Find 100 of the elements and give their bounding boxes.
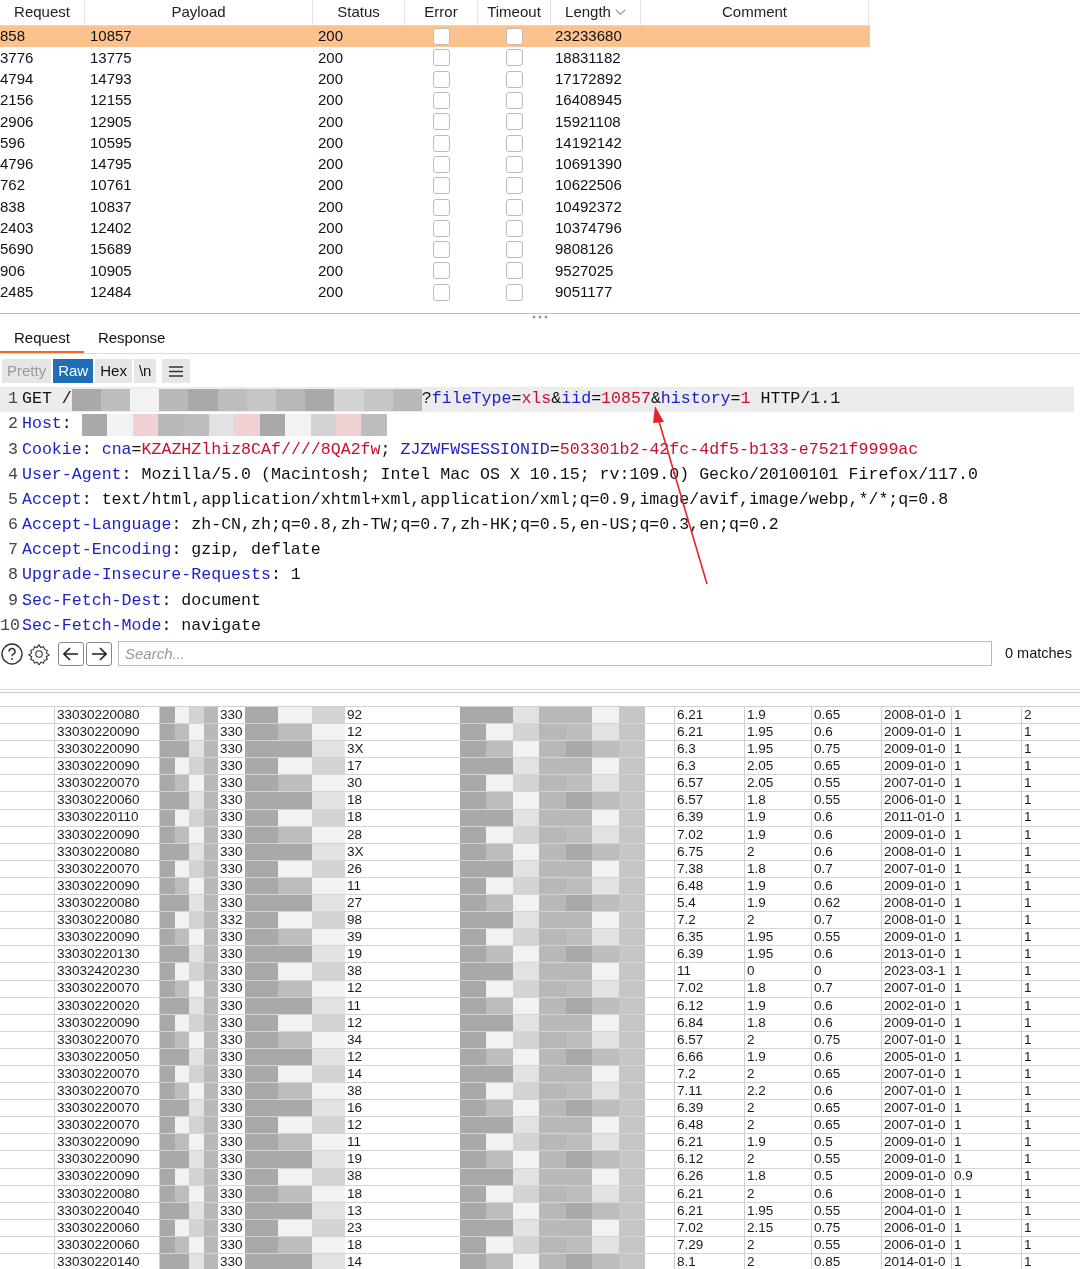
table-cell: 1 xyxy=(952,877,1022,895)
table-cell-text: 13 xyxy=(346,1202,364,1219)
table-cell-text: 12402 xyxy=(89,218,133,239)
table-cell-text: 38 xyxy=(346,1083,364,1100)
table-cell-text: 858 xyxy=(0,26,27,47)
table-cell-text: 330 xyxy=(219,1100,244,1117)
timeout-checkbox[interactable] xyxy=(506,70,523,88)
table-cell: 2009-01-0 xyxy=(882,826,952,843)
menu-icon xyxy=(169,365,184,377)
table-cell: 0.55 xyxy=(812,775,882,792)
table-cell: 2.05 xyxy=(745,758,812,775)
error-checkbox[interactable] xyxy=(433,92,450,110)
error-checkbox[interactable] xyxy=(433,219,450,237)
table-cell: 0.6 xyxy=(812,1014,882,1031)
table-cell: 1 xyxy=(952,929,1022,946)
pixelated-redaction xyxy=(160,792,218,809)
table-cell-text: 330 xyxy=(219,946,244,963)
timeout-checkbox[interactable] xyxy=(506,155,523,173)
table-cell-text: 330 xyxy=(219,758,244,775)
timeout-checkbox[interactable] xyxy=(506,219,523,237)
column-header[interactable]: Comment xyxy=(641,0,869,25)
table-cell-text: 15689 xyxy=(89,239,133,260)
table-cell: 1 xyxy=(952,860,1022,877)
table-cell-text: 1 xyxy=(1023,843,1033,860)
table-cell: 1.95 xyxy=(745,929,812,946)
error-checkbox[interactable] xyxy=(433,49,450,67)
error-checkbox[interactable] xyxy=(433,113,450,131)
view-button[interactable]: Hex xyxy=(95,359,132,383)
pixelated-redaction xyxy=(160,929,218,946)
error-checkbox[interactable] xyxy=(433,28,450,46)
forward-button[interactable] xyxy=(86,641,112,666)
table-cell: 2009-01-0 xyxy=(882,929,952,946)
help-button[interactable] xyxy=(0,641,24,666)
table-cell-text: 1 xyxy=(1023,724,1033,741)
error-checkbox[interactable] xyxy=(433,241,450,259)
error-checkbox[interactable] xyxy=(433,177,450,195)
table-cell-text: 1 xyxy=(1023,963,1033,980)
table-cell-text: 330 xyxy=(219,707,244,724)
table-cell-text: 10857 xyxy=(89,26,133,47)
column-header[interactable]: Timeout xyxy=(478,0,551,25)
error-checkbox[interactable] xyxy=(433,283,450,301)
column-header[interactable]: Error xyxy=(405,0,478,25)
message-tab[interactable]: Request xyxy=(0,325,84,353)
table-cell-text: 38 xyxy=(346,963,364,980)
error-checkbox[interactable] xyxy=(433,262,450,280)
table-cell-text: 10691390 xyxy=(554,154,623,175)
timeout-checkbox[interactable] xyxy=(506,262,523,280)
error-checkbox[interactable] xyxy=(433,198,450,216)
table-cell-text: 18831182 xyxy=(554,47,622,68)
column-header[interactable]: Length xyxy=(551,0,641,25)
message-tab[interactable]: Response xyxy=(83,325,180,353)
table-cell-text: 27 xyxy=(346,895,364,912)
menu-button[interactable] xyxy=(162,359,191,383)
error-checkbox[interactable] xyxy=(433,155,450,173)
table-cell: 2009-01-0 xyxy=(882,877,952,895)
column-header[interactable]: Request xyxy=(0,0,85,25)
table-cell-text: 9808126 xyxy=(554,239,615,260)
column-header[interactable]: Status xyxy=(313,0,405,25)
error-checkbox[interactable] xyxy=(433,70,450,88)
table-cell-text: 1 xyxy=(1023,1168,1033,1185)
table-cell: 1 xyxy=(952,775,1022,792)
pixelated-redaction xyxy=(160,1202,218,1219)
timeout-checkbox[interactable] xyxy=(506,92,523,110)
timeout-checkbox[interactable] xyxy=(506,134,523,152)
table-cell-text: 330 xyxy=(219,1065,244,1083)
table-cell: 0.55 xyxy=(812,1236,882,1253)
table-cell-text: 330 xyxy=(219,1151,244,1168)
back-button[interactable] xyxy=(58,641,84,666)
pixelated-redaction xyxy=(160,980,218,997)
view-button[interactable]: \n xyxy=(133,359,157,383)
timeout-checkbox[interactable] xyxy=(506,198,523,216)
timeout-checkbox[interactable] xyxy=(506,49,523,67)
timeout-checkbox[interactable] xyxy=(506,113,523,131)
line-number: 9 xyxy=(7,589,19,612)
table-cell-text: 330 xyxy=(219,1168,244,1185)
table-cell-text: 330 xyxy=(219,1048,244,1065)
back-arrow-icon xyxy=(63,646,79,661)
table-cell-text: 12 xyxy=(346,1048,364,1065)
table-cell: 6.39 xyxy=(675,1100,745,1117)
result-row[interactable]: 858 10857 200 23233680 xyxy=(0,26,870,48)
settings-button[interactable] xyxy=(26,641,52,666)
table-cell-text: 200 xyxy=(317,154,345,175)
timeout-checkbox[interactable] xyxy=(506,28,523,46)
table-cell: 1.8 xyxy=(745,860,812,877)
error-checkbox[interactable] xyxy=(433,134,450,152)
table-cell-text: 1 xyxy=(1023,1236,1033,1253)
column-header[interactable]: Payload xyxy=(85,0,313,25)
table-cell: 2 xyxy=(745,1065,812,1083)
table-cell-text: 12155 xyxy=(89,90,133,111)
pixelated-redaction xyxy=(160,1048,218,1065)
timeout-checkbox[interactable] xyxy=(506,241,523,259)
timeout-checkbox[interactable] xyxy=(506,283,523,301)
pixelated-redaction xyxy=(160,997,218,1014)
table-cell: 1 xyxy=(952,1031,1022,1048)
table-cell: 2.05 xyxy=(745,775,812,792)
timeout-checkbox[interactable] xyxy=(506,177,523,195)
pixelated-redaction xyxy=(160,826,218,843)
search-field[interactable]: Search... xyxy=(118,641,992,667)
view-button[interactable]: Raw xyxy=(53,359,94,383)
drag-handle-icon[interactable] xyxy=(531,315,549,319)
